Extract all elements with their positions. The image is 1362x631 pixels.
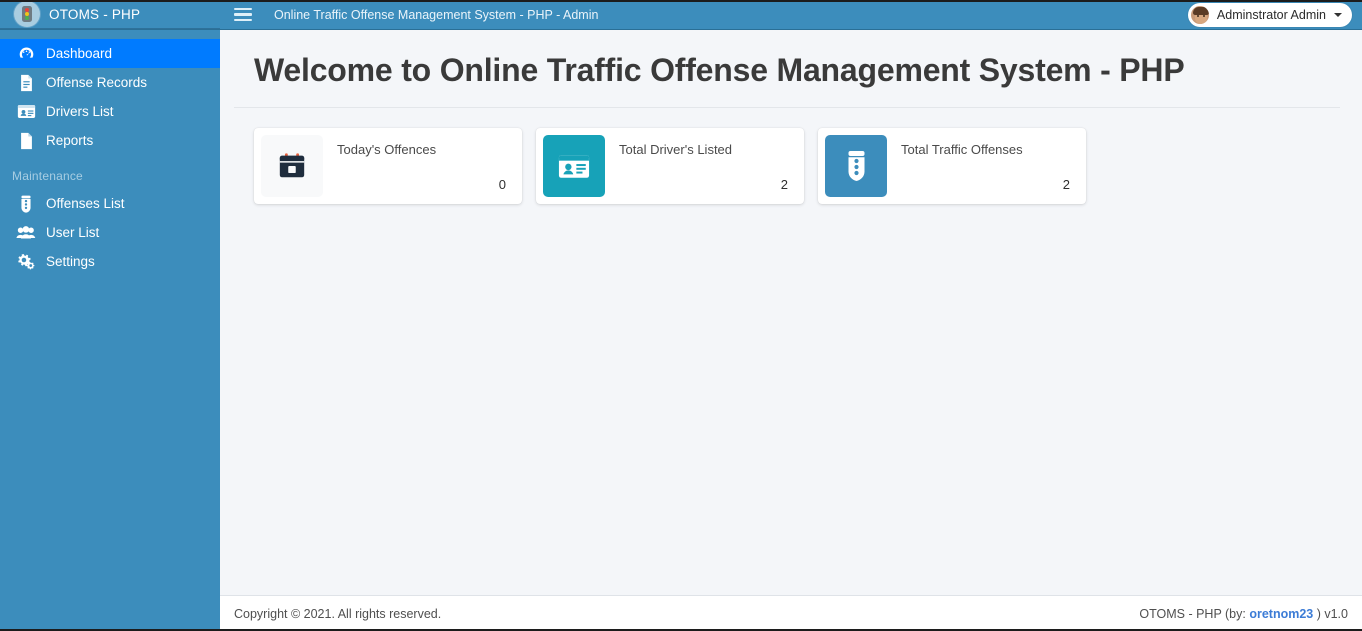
brand-title: OTOMS - PHP (49, 6, 141, 22)
card-value: 0 (498, 177, 506, 192)
sidebar-item-label: Offenses List (46, 196, 125, 211)
brand-logo-area[interactable]: OTOMS - PHP (0, 0, 220, 29)
footer-version-suffix: ) v1.0 (1313, 606, 1348, 621)
tachometer-icon (16, 45, 36, 62)
card-body: Total Traffic Offenses 2 (887, 132, 1082, 200)
sidebar-item-label: User List (46, 225, 100, 240)
calendar-icon (261, 135, 323, 197)
traffic-light-icon (825, 135, 887, 197)
summary-card-total-offenses[interactable]: Total Traffic Offenses 2 (818, 128, 1086, 204)
card-label: Total Driver's Listed (619, 142, 733, 157)
topbar-left-group: Online Traffic Offense Management System… (234, 6, 598, 24)
footer-copyright: Copyright © 2021. All rights reserved. (234, 606, 442, 621)
avatar-eye-right (1202, 14, 1205, 17)
hamburger-bar (234, 7, 252, 11)
id-card-icon (16, 104, 36, 119)
hamburger-menu-icon[interactable] (234, 6, 252, 24)
card-body: Today's Offences 0 (323, 132, 518, 200)
sidebar-item-reports[interactable]: Reports (0, 126, 220, 155)
user-name-label: Adminstrator Admin (1216, 7, 1326, 22)
sidebar-item-offense-records[interactable]: Offense Records (0, 68, 220, 97)
card-label: Today's Offences (337, 142, 437, 157)
topbar-content: Online Traffic Offense Management System… (220, 0, 1362, 29)
sidebar-item-label: Offense Records (46, 75, 148, 90)
cogs-icon (16, 253, 36, 270)
avatar-hair (1192, 6, 1209, 15)
sidebar-item-dashboard[interactable]: Dashboard (0, 39, 220, 68)
sidebar-item-settings[interactable]: Settings (0, 247, 220, 276)
chevron-down-icon[interactable] (1334, 12, 1342, 17)
card-value: 2 (780, 177, 788, 192)
summary-card-total-drivers[interactable]: Total Driver's Listed 2 (536, 128, 804, 204)
sidebar-navigation: Dashboard Offense Records Drivers List R… (0, 30, 220, 631)
file-icon (16, 132, 36, 150)
footer-version: OTOMS - PHP (by: oretnom23 ) v1.0 (1139, 607, 1348, 621)
page-footer: Copyright © 2021. All rights reserved. O… (220, 595, 1362, 631)
footer-author-link[interactable]: oretnom23 (1249, 607, 1313, 621)
id-card-icon (543, 135, 605, 197)
window-edge-top (0, 0, 1362, 2)
sidebar-item-offenses-list[interactable]: Offenses List (0, 189, 220, 218)
sidebar-item-drivers-list[interactable]: Drivers List (0, 97, 220, 126)
sidebar-item-label: Dashboard (46, 46, 113, 61)
file-lines-icon (16, 74, 36, 92)
card-label: Total Traffic Offenses (901, 142, 1023, 157)
users-icon (16, 225, 36, 240)
page-title: Welcome to Online Traffic Offense Manage… (234, 52, 1340, 108)
hamburger-bar (234, 18, 252, 22)
main-content: Welcome to Online Traffic Offense Manage… (220, 30, 1362, 595)
sidebar-item-label: Settings (46, 254, 95, 269)
summary-card-todays-offences[interactable]: Today's Offences 0 (254, 128, 522, 204)
user-menu-button[interactable]: Adminstrator Admin (1187, 2, 1352, 27)
application-window: OTOMS - PHP Online Traffic Offense Manag… (0, 0, 1362, 631)
sidebar-section-header: Maintenance (12, 169, 83, 183)
card-value: 2 (1062, 177, 1070, 192)
avatar (1189, 4, 1210, 25)
footer-version-prefix: OTOMS - PHP (by: (1139, 606, 1250, 621)
summary-cards: Today's Offences 0 Total Driver's Listed… (234, 108, 1340, 204)
sidebar-item-label: Reports (46, 133, 94, 148)
avatar-eye-left (1196, 14, 1199, 17)
top-navbar: OTOMS - PHP Online Traffic Offense Manag… (0, 0, 1362, 30)
body-wrapper: Dashboard Offense Records Drivers List R… (0, 30, 1362, 631)
traffic-light-icon (14, 1, 40, 27)
traffic-light-icon (16, 195, 36, 213)
content-area: Welcome to Online Traffic Offense Manage… (220, 30, 1362, 631)
topbar-title: Online Traffic Offense Management System… (274, 7, 599, 22)
sidebar-item-label: Drivers List (46, 104, 114, 119)
hamburger-bar (234, 13, 252, 16)
card-body: Total Driver's Listed 2 (605, 132, 800, 200)
sidebar-item-user-list[interactable]: User List (0, 218, 220, 247)
